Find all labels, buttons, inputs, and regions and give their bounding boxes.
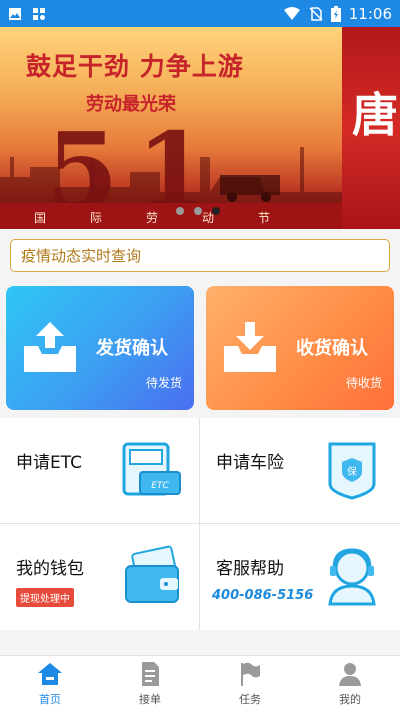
insurance-shield-icon: 保 xyxy=(328,442,376,500)
apply-etc-label: 申请ETC xyxy=(16,453,82,473)
tab-tasks[interactable]: 任务 xyxy=(200,656,300,711)
status-bar: 11:06 xyxy=(0,0,400,27)
wallet-icon xyxy=(125,545,179,603)
carousel-dot[interactable] xyxy=(194,207,202,215)
banner-carousel[interactable]: 51 鼓足干劲 力争上游 劳动最光荣 国 际 劳 动 节 唐 xyxy=(0,27,400,229)
customer-service-label: 客服帮助 xyxy=(216,559,284,579)
strip-char: 国 xyxy=(34,211,47,225)
send-confirm-card[interactable]: 发货确认 待发货 xyxy=(6,286,194,410)
send-confirm-sub: 待发货 xyxy=(145,376,182,390)
carousel-dot[interactable] xyxy=(176,207,184,215)
no-sim-icon xyxy=(309,6,323,21)
receive-confirm-sub: 待收货 xyxy=(345,376,382,390)
download-tray-icon xyxy=(224,322,276,372)
banner-strip-text: 国 际 劳 动 节 xyxy=(0,209,342,226)
banner-subtitle: 劳动最光荣 xyxy=(86,94,176,115)
carousel-dot-active[interactable] xyxy=(212,207,220,215)
receive-confirm-title: 收货确认 xyxy=(296,338,368,359)
apply-etc-item[interactable]: 申请ETC ETC xyxy=(0,418,200,524)
epidemic-query-button[interactable]: 疫情动态实时查询 xyxy=(10,239,390,272)
battery-charging-icon xyxy=(330,5,341,22)
send-confirm-title: 发货确认 xyxy=(96,338,168,359)
query-label: 疫情动态实时查询 xyxy=(21,247,142,265)
wifi-icon xyxy=(283,6,300,20)
withdraw-status-badge: 提现处理中 xyxy=(16,588,74,607)
apply-insurance-item[interactable]: 申请车险 保 xyxy=(200,418,400,524)
tab-tasks-label: 任务 xyxy=(239,692,261,706)
strip-char: 际 xyxy=(89,211,102,225)
strip-char: 劳 xyxy=(145,211,158,225)
next-slide-text: 唐 xyxy=(352,88,398,142)
tab-mine[interactable]: 我的 xyxy=(300,656,400,711)
tab-home-label: 首页 xyxy=(39,692,61,706)
tab-mine-label: 我的 xyxy=(339,692,361,706)
tab-orders[interactable]: 接单 xyxy=(100,656,200,711)
service-grid: 申请ETC ETC 申请车险 保 我的钱包 提现处理中 客服帮助 400-086… xyxy=(0,418,400,630)
banner-slide-next[interactable]: 唐 xyxy=(342,27,400,229)
service-phone[interactable]: 400-086-5156 xyxy=(212,588,313,603)
flag-icon xyxy=(241,662,260,686)
svg-text:保: 保 xyxy=(347,465,357,478)
banner-slide-current[interactable]: 51 鼓足干劲 力争上游 劳动最光荣 国 际 劳 动 节 xyxy=(0,27,342,229)
clock: 11:06 xyxy=(348,4,392,23)
svg-text:ETC: ETC xyxy=(151,481,169,491)
strip-char: 节 xyxy=(257,211,270,225)
my-wallet-item[interactable]: 我的钱包 提现处理中 xyxy=(0,524,200,630)
bottom-tab-bar: 首页 接单 任务 我的 xyxy=(0,655,400,711)
etc-card-icon: ETC xyxy=(122,442,181,496)
home-icon xyxy=(38,662,62,685)
tab-home[interactable]: 首页 xyxy=(0,656,100,711)
my-wallet-label: 我的钱包 xyxy=(16,559,84,579)
image-icon xyxy=(9,7,21,20)
customer-service-icon xyxy=(328,548,376,606)
receive-confirm-card[interactable]: 收货确认 待收货 xyxy=(206,286,394,410)
carousel-indicator xyxy=(176,207,220,215)
customer-service-item[interactable]: 客服帮助 400-086-5156 xyxy=(200,524,400,630)
upload-tray-icon xyxy=(24,322,76,372)
apply-insurance-label: 申请车险 xyxy=(216,453,284,473)
tab-orders-label: 接单 xyxy=(139,692,161,706)
grid-app-icon xyxy=(33,7,45,20)
user-icon xyxy=(339,662,361,686)
banner-title: 鼓足干劲 力争上游 xyxy=(26,52,244,81)
document-icon xyxy=(142,661,159,686)
